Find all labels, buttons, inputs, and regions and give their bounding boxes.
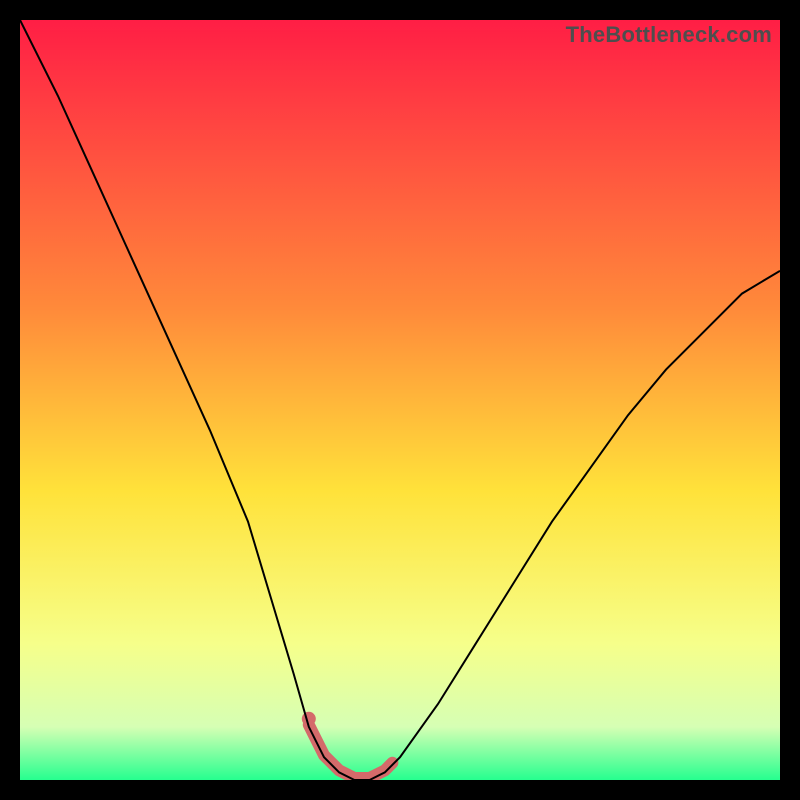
bottleneck-chart (20, 20, 780, 780)
chart-frame: TheBottleneck.com (20, 20, 780, 780)
plot-area: TheBottleneck.com (20, 20, 780, 780)
gradient-background (20, 20, 780, 780)
watermark-text: TheBottleneck.com (566, 22, 772, 48)
